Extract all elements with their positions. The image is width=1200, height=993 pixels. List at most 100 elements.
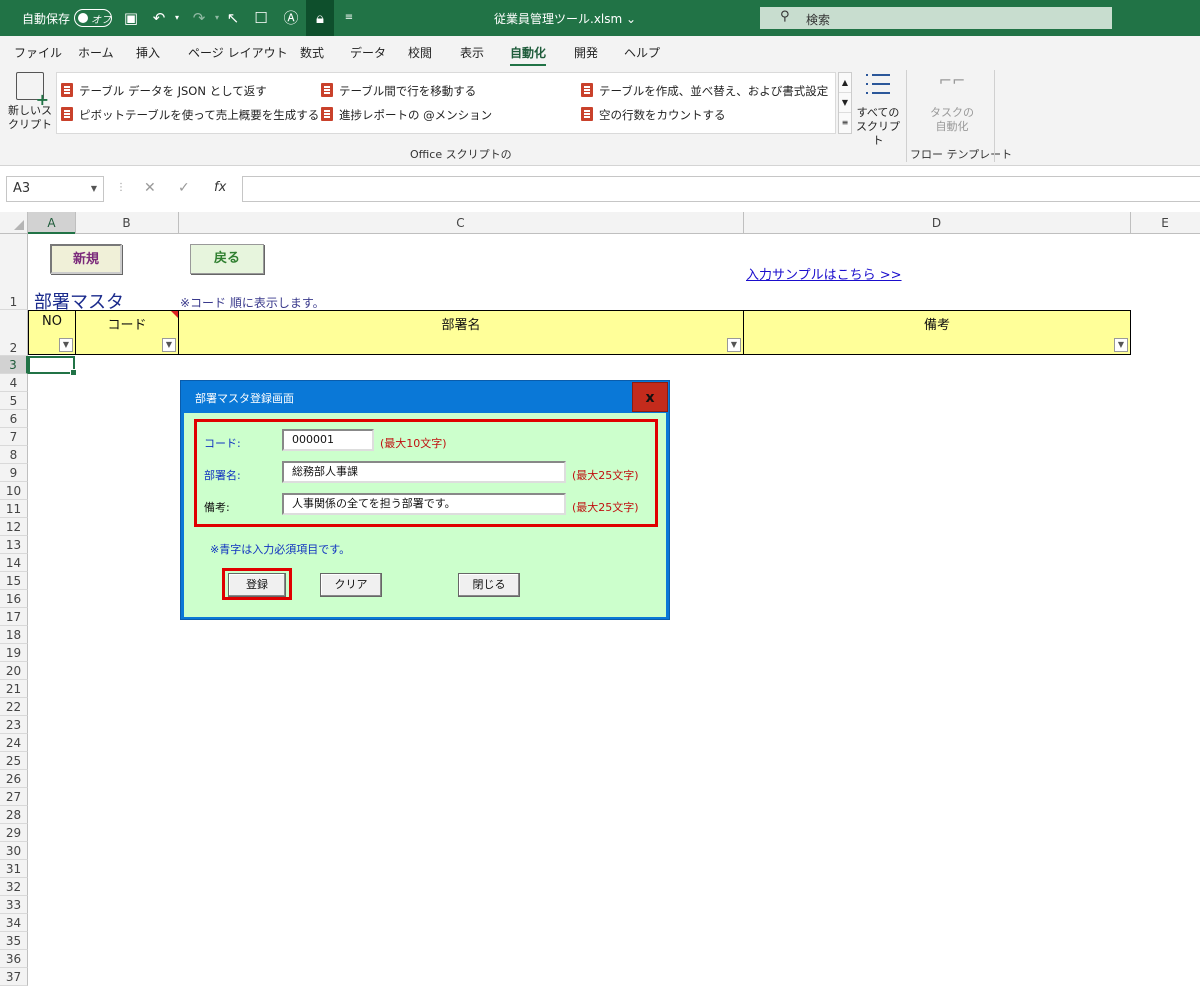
- row-header[interactable]: 28: [0, 806, 28, 824]
- close-icon[interactable]: x: [632, 382, 668, 412]
- tab-review[interactable]: 校閲: [408, 44, 432, 61]
- row-header[interactable]: 30: [0, 842, 28, 860]
- filter-dropdown-icon[interactable]: ▼: [727, 338, 741, 352]
- row-header[interactable]: 24: [0, 734, 28, 752]
- row-header[interactable]: 4: [0, 374, 28, 392]
- register-button[interactable]: 登録: [228, 573, 286, 597]
- row-header[interactable]: 19: [0, 644, 28, 662]
- tab-data[interactable]: データ: [350, 44, 386, 61]
- row-header[interactable]: 10: [0, 482, 28, 500]
- enter-icon[interactable]: ✓: [178, 180, 190, 196]
- back-button[interactable]: 戻る: [190, 244, 264, 274]
- column-header-d[interactable]: D: [743, 212, 1130, 234]
- chevron-up-icon[interactable]: ▲: [839, 73, 851, 93]
- tab-formulas[interactable]: 数式: [300, 44, 324, 61]
- tab-developer[interactable]: 開発: [574, 44, 598, 61]
- script-item[interactable]: 進捗レポートの @メンション: [321, 107, 492, 123]
- row-header[interactable]: 16: [0, 590, 28, 608]
- row-header[interactable]: 29: [0, 824, 28, 842]
- autosave-toggle[interactable]: オフ: [74, 9, 112, 27]
- chevron-down-icon[interactable]: ▼: [91, 177, 97, 201]
- tab-help[interactable]: ヘルプ: [624, 44, 660, 61]
- task-automation-button[interactable]: ⌐⌐ タスクの 自動化: [926, 72, 978, 134]
- row-header[interactable]: 32: [0, 878, 28, 896]
- name-box[interactable]: A3 ▼: [6, 176, 104, 202]
- row-header[interactable]: 8: [0, 446, 28, 464]
- row-header[interactable]: 3: [0, 356, 28, 374]
- tab-automate[interactable]: 自動化: [510, 44, 547, 67]
- search-box[interactable]: ⚲ 検索: [760, 7, 1112, 29]
- row-header[interactable]: 17: [0, 608, 28, 626]
- column-header-a[interactable]: A: [28, 212, 75, 234]
- row-header[interactable]: 36: [0, 950, 28, 968]
- comment-indicator[interactable]: [171, 311, 178, 318]
- column-header-b[interactable]: B: [75, 212, 178, 234]
- chevron-down-icon[interactable]: ▼: [839, 93, 851, 113]
- row-header[interactable]: 34: [0, 914, 28, 932]
- column-header-e[interactable]: E: [1130, 212, 1200, 234]
- column-header-c[interactable]: C: [178, 212, 743, 234]
- row-header[interactable]: 26: [0, 770, 28, 788]
- tab-page-layout[interactable]: ページ レイアウト: [188, 44, 288, 61]
- script-item[interactable]: テーブル データを JSON として返す: [61, 83, 267, 99]
- more-icon[interactable]: ≡: [839, 113, 851, 133]
- select-all-corner[interactable]: [0, 212, 28, 234]
- script-item[interactable]: ピボットテーブルを使って売上概要を生成する: [61, 107, 319, 123]
- row-header[interactable]: 11: [0, 500, 28, 518]
- row-header[interactable]: 14: [0, 554, 28, 572]
- touch-icon[interactable]: ☐: [250, 7, 272, 29]
- undo-dropdown-icon[interactable]: ▾: [166, 7, 188, 29]
- row-header[interactable]: 23: [0, 716, 28, 734]
- close-button[interactable]: 閉じる: [458, 573, 520, 597]
- file-name[interactable]: 従業員管理ツール.xlsm ⌄: [494, 10, 636, 27]
- code-input[interactable]: 000001: [282, 429, 374, 451]
- save-icon[interactable]: ▣: [120, 7, 142, 29]
- all-scripts-button[interactable]: すべての スクリプト: [854, 72, 902, 148]
- row-header[interactable]: 35: [0, 932, 28, 950]
- row-header[interactable]: 31: [0, 860, 28, 878]
- row-header[interactable]: 15: [0, 572, 28, 590]
- filter-dropdown-icon[interactable]: ▼: [1114, 338, 1128, 352]
- dept-name-input[interactable]: 総務部人事課: [282, 461, 566, 483]
- script-item[interactable]: テーブルを作成、並べ替え、および書式設定: [581, 83, 828, 99]
- input-sample-link[interactable]: 入力サンプルはこちら >>: [746, 264, 902, 283]
- row-header[interactable]: 18: [0, 626, 28, 644]
- script-item[interactable]: テーブル間で行を移動する: [321, 83, 476, 99]
- row-header[interactable]: 9: [0, 464, 28, 482]
- filter-dropdown-icon[interactable]: ▼: [162, 338, 176, 352]
- lock-icon[interactable]: 🔒︎: [306, 0, 334, 36]
- row-header[interactable]: 22: [0, 698, 28, 716]
- tab-view[interactable]: 表示: [460, 44, 484, 61]
- tab-insert[interactable]: 挿入: [136, 44, 160, 61]
- row-header[interactable]: 21: [0, 680, 28, 698]
- insert-function-icon[interactable]: fx: [214, 180, 226, 195]
- filter-dropdown-icon[interactable]: ▼: [59, 338, 73, 352]
- row-header[interactable]: 2: [0, 310, 28, 356]
- clear-button[interactable]: クリア: [320, 573, 382, 597]
- active-cell[interactable]: [28, 356, 77, 376]
- new-button[interactable]: 新規: [50, 244, 122, 274]
- tab-file[interactable]: ファイル: [14, 44, 62, 61]
- row-header[interactable]: 7: [0, 428, 28, 446]
- row-header[interactable]: 33: [0, 896, 28, 914]
- name-box-value: A3: [13, 181, 31, 196]
- gallery-scroll[interactable]: ▲ ▼ ≡: [838, 72, 852, 134]
- new-script-button[interactable]: 新しいス クリプト: [8, 72, 52, 144]
- cancel-icon[interactable]: ✕: [144, 180, 156, 196]
- script-item[interactable]: 空の行数をカウントする: [581, 107, 726, 123]
- memo-input[interactable]: 人事関係の全てを担う部署です。: [282, 493, 566, 515]
- textbox-icon[interactable]: Ⓐ: [280, 7, 302, 29]
- row-header[interactable]: 20: [0, 662, 28, 680]
- row-header[interactable]: 13: [0, 536, 28, 554]
- row-header[interactable]: 25: [0, 752, 28, 770]
- row-header[interactable]: 27: [0, 788, 28, 806]
- pointer-icon[interactable]: ↖: [222, 7, 244, 29]
- row-header[interactable]: 6: [0, 410, 28, 428]
- row-header[interactable]: 5: [0, 392, 28, 410]
- formula-input[interactable]: [242, 176, 1200, 202]
- row-header[interactable]: 12: [0, 518, 28, 536]
- customize-qat-icon[interactable]: ≡: [338, 7, 360, 29]
- tab-home[interactable]: ホーム: [78, 44, 114, 61]
- row-header[interactable]: 1: [0, 234, 28, 310]
- row-header[interactable]: 37: [0, 968, 28, 986]
